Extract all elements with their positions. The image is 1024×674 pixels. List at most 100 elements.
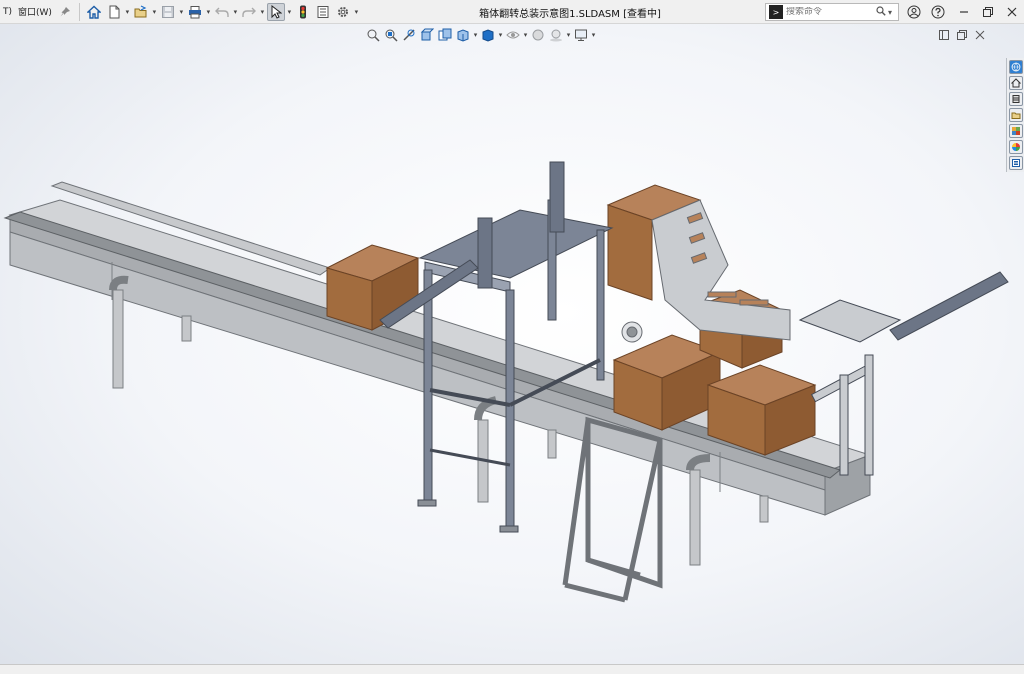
menu-item-window[interactable]: 窗口(W): [15, 5, 55, 18]
annotation-view-icon: [438, 28, 452, 41]
print-dropdown[interactable]: ▾: [205, 3, 212, 21]
new-document-icon: [109, 5, 120, 18]
restore-button[interactable]: [978, 3, 998, 21]
appearance-icon: [1011, 127, 1020, 135]
status-bar: [0, 664, 1024, 674]
view-palette-tab[interactable]: [1008, 124, 1023, 138]
file-properties-button[interactable]: [314, 3, 332, 21]
viewport-close-button[interactable]: [972, 28, 988, 42]
user-account-button[interactable]: [904, 3, 924, 21]
redo-dropdown[interactable]: ▾: [259, 3, 266, 21]
redo-button[interactable]: [240, 3, 258, 21]
zoom-to-fit-button[interactable]: [365, 27, 381, 43]
undo-button[interactable]: [213, 3, 231, 21]
view-orientation-icon: [457, 29, 469, 42]
rebuild-button[interactable]: [294, 3, 312, 21]
display-style-button[interactable]: [480, 27, 496, 43]
home-icon: [86, 5, 101, 19]
toolbar-separator: [78, 2, 80, 21]
options-dropdown[interactable]: ▾: [353, 3, 360, 21]
hide-show-dropdown[interactable]: ▾: [522, 26, 529, 44]
pin-icon[interactable]: [56, 3, 74, 21]
print-icon: [188, 5, 201, 18]
close-button[interactable]: [1002, 3, 1022, 21]
previous-view-icon: [403, 29, 415, 41]
section-view-button[interactable]: [419, 27, 435, 43]
zoom-area-icon: [385, 29, 398, 42]
display-style-dropdown[interactable]: ▾: [497, 26, 504, 44]
heads-up-view-toolbar: ▾ ▾ ▾ ▾ ▾: [364, 26, 597, 44]
search-input[interactable]: [786, 7, 874, 17]
document-title: 箱体翻转总装示意图1.SLDASM [查看中]: [479, 9, 661, 20]
search-dropdown-icon[interactable]: ▾: [888, 8, 892, 17]
redo-icon: [242, 7, 256, 17]
help-icon: [931, 5, 945, 19]
search-icon[interactable]: [876, 5, 886, 19]
undo-icon: [214, 7, 229, 17]
select-dropdown[interactable]: ▾: [286, 3, 293, 21]
viewport-close-icon: [975, 30, 985, 40]
new-document-button[interactable]: [105, 3, 123, 21]
print-button[interactable]: [186, 3, 204, 21]
minimize-button[interactable]: [954, 3, 974, 21]
open-folder-icon: [134, 4, 147, 17]
view-settings-dropdown[interactable]: ▾: [590, 26, 597, 44]
solidworks-resources-tab[interactable]: [1008, 60, 1023, 74]
eye-icon: [506, 31, 520, 39]
dynamic-annotation-button[interactable]: [437, 27, 453, 43]
scene-icon: [550, 29, 562, 42]
minimize-icon: [960, 11, 968, 13]
graphics-area[interactable]: [0, 24, 1024, 664]
section-view-icon: [420, 28, 434, 41]
search-box[interactable]: > ▾: [765, 3, 899, 21]
edit-appearance-button[interactable]: [530, 27, 546, 43]
viewport-tile-icon: [939, 30, 949, 40]
home-icon: [1010, 78, 1021, 88]
menu-item-tools[interactable]: T): [0, 7, 15, 17]
color-wheel-icon: [1011, 143, 1020, 151]
apply-scene-dropdown[interactable]: ▾: [565, 26, 572, 44]
select-button[interactable]: [266, 2, 285, 21]
view-orientation-button[interactable]: [455, 27, 471, 43]
viewport-controls: [935, 28, 989, 42]
properties-icon: [1011, 159, 1020, 167]
save-dropdown[interactable]: ▾: [178, 3, 185, 21]
apply-scene-button[interactable]: [548, 27, 564, 43]
parts-library-icon: [1012, 95, 1019, 103]
home-button[interactable]: [85, 3, 103, 21]
close-icon: [1007, 7, 1017, 17]
task-pane: [1006, 58, 1024, 172]
folder-icon: [1011, 112, 1020, 119]
home-tab[interactable]: [1008, 76, 1023, 90]
assembly-model[interactable]: [0, 24, 1024, 664]
globe-icon: [1011, 62, 1020, 72]
hide-show-items-button[interactable]: [505, 27, 521, 43]
save-button[interactable]: [159, 3, 177, 21]
viewport-restore-button[interactable]: [954, 28, 970, 42]
file-properties-icon: [317, 5, 329, 18]
custom-properties-tab[interactable]: [1008, 156, 1023, 170]
options-button[interactable]: [334, 3, 352, 21]
open-dropdown[interactable]: ▾: [151, 3, 158, 21]
undo-dropdown[interactable]: ▾: [232, 3, 239, 21]
viewport-tile-button[interactable]: [936, 28, 952, 42]
file-explorer-tab[interactable]: [1008, 108, 1023, 122]
display-style-icon: [482, 29, 494, 42]
previous-view-button[interactable]: [401, 27, 417, 43]
view-settings-button[interactable]: [573, 27, 589, 43]
command-prompt-icon: >: [769, 5, 783, 19]
appearances-scenes-tab[interactable]: [1008, 140, 1023, 154]
zoom-fit-icon: [367, 29, 380, 42]
new-document-dropdown[interactable]: ▾: [124, 3, 131, 21]
view-orientation-dropdown[interactable]: ▾: [472, 26, 479, 44]
select-cursor-icon: [271, 4, 282, 19]
traffic-light-icon: [299, 5, 306, 18]
user-icon: [907, 5, 921, 19]
appearance-sphere-icon: [532, 29, 544, 41]
help-button[interactable]: [928, 3, 948, 21]
zoom-area-button[interactable]: [383, 27, 399, 43]
gear-icon: [337, 6, 348, 17]
design-library-tab[interactable]: [1008, 92, 1023, 106]
save-icon: [161, 5, 174, 18]
open-button[interactable]: [132, 3, 150, 21]
